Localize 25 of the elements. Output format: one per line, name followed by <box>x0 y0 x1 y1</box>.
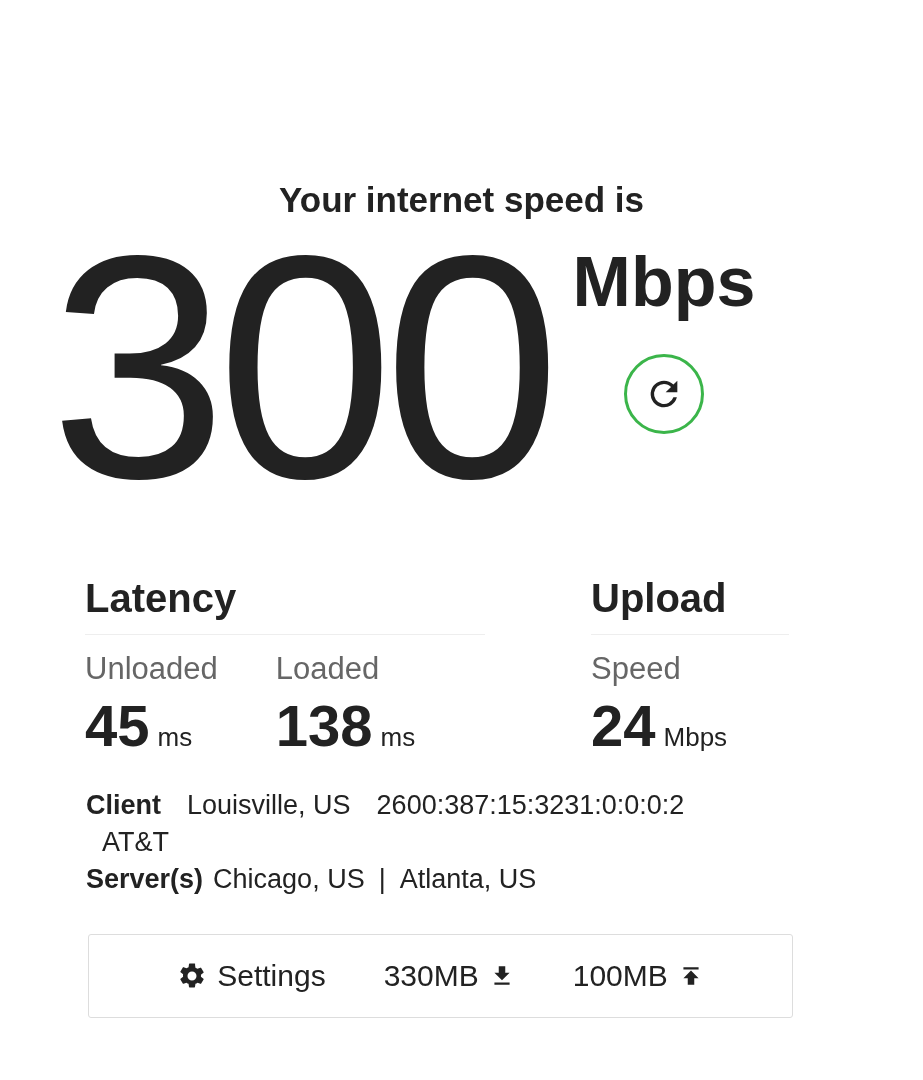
client-isp: AT&T <box>102 827 169 857</box>
server-location: Chicago, US <box>213 864 365 894</box>
group-title: Latency <box>85 570 485 635</box>
metric-unit: Mbps <box>663 722 728 753</box>
transfer-amount: 100MB <box>572 959 668 993</box>
client-ip: 2600:387:15:3231:0:0:0:2 <box>376 790 685 820</box>
metric-value: 24 <box>591 692 656 760</box>
metric-value: 45 <box>85 692 150 760</box>
metric-value: 138 <box>275 692 373 760</box>
metric-label: Speed <box>591 650 682 688</box>
server-location: Atlanta, US <box>399 864 537 894</box>
client-location: Louisville, US <box>187 790 351 820</box>
speed-unit: Mbps <box>572 242 756 322</box>
speed-value: 300 <box>50 232 551 502</box>
metric-unit: ms <box>157 722 193 753</box>
speed-headline: Your internet speed is <box>278 179 645 221</box>
client-label: Client <box>86 790 161 820</box>
transfer-amount: 330MB <box>383 959 479 993</box>
settings-button[interactable]: Settings <box>177 959 326 993</box>
metric-label: Unloaded <box>85 650 218 688</box>
metric-unit: ms <box>380 722 416 753</box>
metric-label: Loaded <box>275 650 381 688</box>
group-title: Upload <box>591 570 789 635</box>
servers-label: Server(s) <box>86 864 204 894</box>
separator: | <box>378 864 386 894</box>
